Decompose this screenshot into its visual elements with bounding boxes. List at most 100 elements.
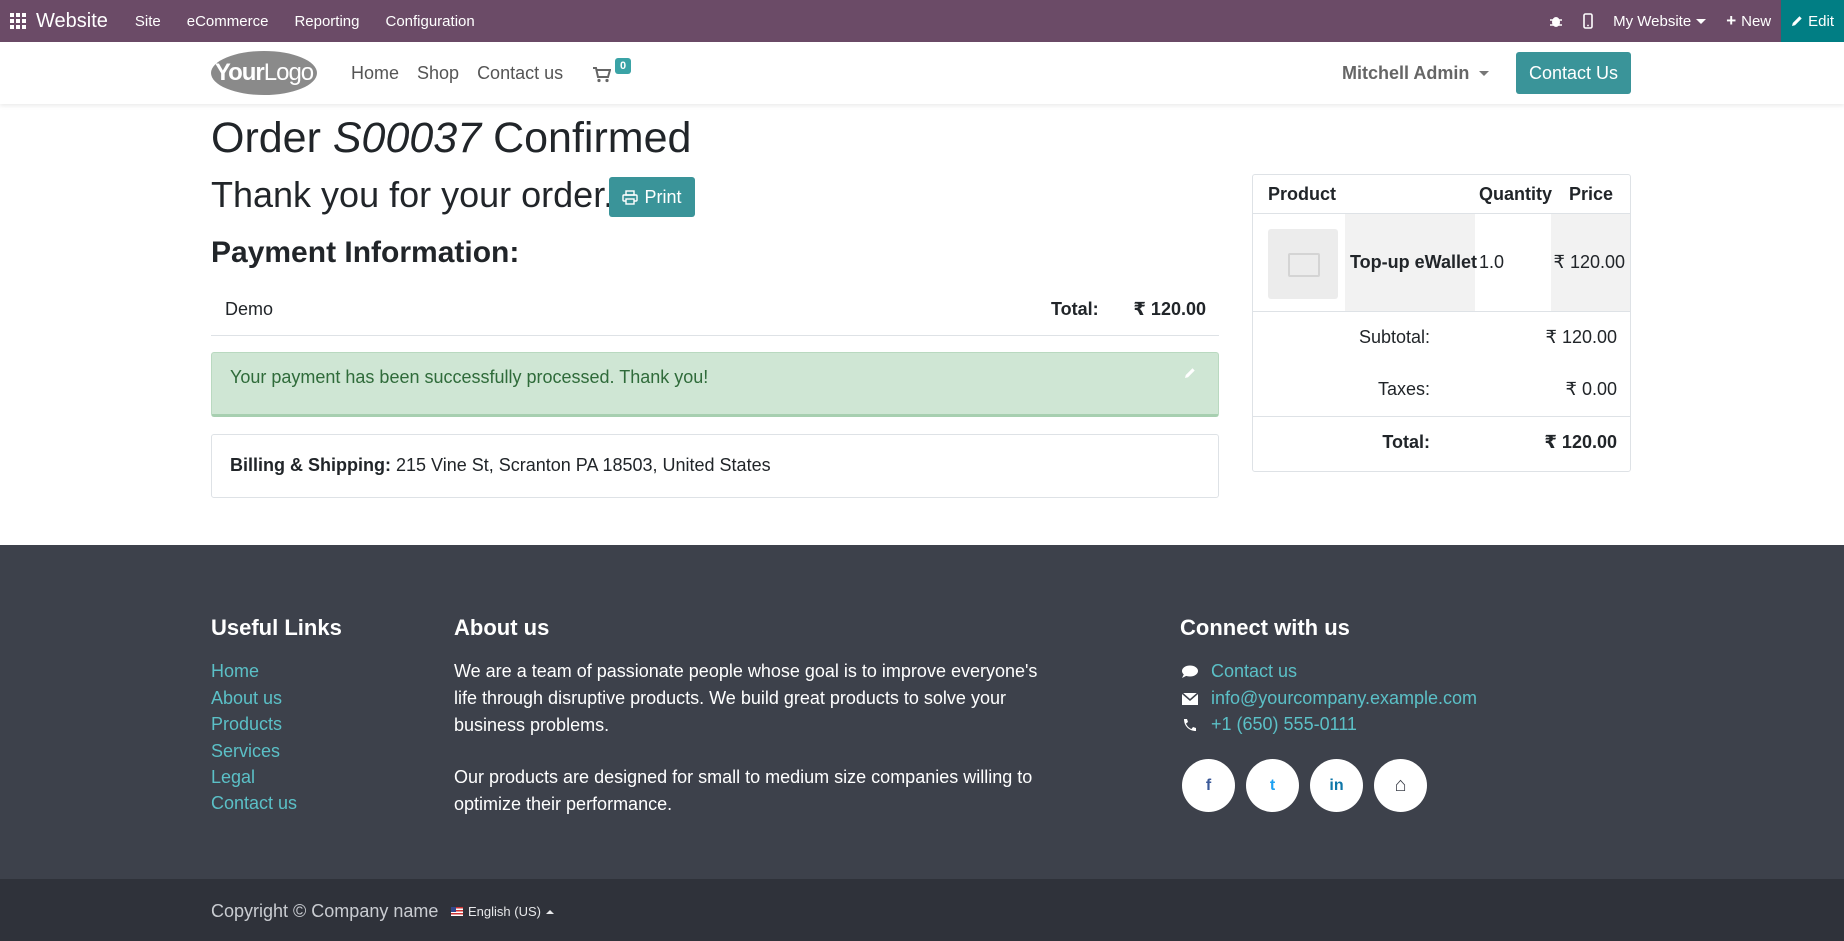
- website-selector[interactable]: My Website: [1603, 13, 1716, 30]
- new-button[interactable]: + New: [1716, 11, 1781, 31]
- website-selector-label: My Website: [1613, 12, 1692, 30]
- subtotal-value: ₹ 120.00: [1545, 327, 1617, 347]
- footer-link-contact-us[interactable]: Contact us: [211, 793, 297, 814]
- phone-icon: [1184, 719, 1196, 731]
- taxes-value: ₹ 0.00: [1565, 379, 1618, 399]
- new-button-label: New: [1741, 12, 1772, 30]
- footer-link-about-us[interactable]: About us: [211, 688, 282, 709]
- payment-total-label: Total:: [1051, 299, 1099, 319]
- total-value: ₹ 120.00: [1544, 432, 1617, 452]
- header-product: Product: [1268, 184, 1337, 204]
- connect-contact-link[interactable]: Contact us: [1211, 661, 1297, 682]
- site-footer: Useful Links Home About us Products Serv…: [0, 545, 1844, 879]
- user-menu[interactable]: Mitchell Admin: [1342, 42, 1490, 104]
- about-p2-line-2: optimize their performance.: [454, 794, 673, 814]
- footer-link-products[interactable]: Products: [211, 714, 282, 735]
- cart-count-badge: 0: [615, 58, 632, 74]
- linkedin-icon[interactable]: in: [1310, 759, 1363, 812]
- chevron-up-icon: [545, 909, 554, 914]
- print-button-label: Print: [644, 186, 682, 207]
- language-label: English (US): [468, 904, 541, 919]
- billing-address: 215 Vine St, Scranton PA 18503, United S…: [390, 455, 771, 475]
- payment-info-heading: Payment Information:: [211, 236, 520, 269]
- debug-bug-icon[interactable]: [1539, 14, 1573, 28]
- payment-success-alert: Your payment has been successfully proce…: [211, 352, 1219, 417]
- pencil-icon: [1792, 16, 1802, 26]
- home-icon[interactable]: ⌂: [1374, 759, 1427, 812]
- chevron-down-icon: [1696, 18, 1707, 24]
- order-title-suffix: Confirmed: [493, 114, 692, 162]
- total-row: Total: ₹ 120.00: [1253, 418, 1630, 470]
- shopping-cart-icon: [593, 67, 611, 83]
- mobile-preview-icon[interactable]: [1573, 13, 1603, 29]
- about-p1-line-3: business problems.: [454, 715, 610, 735]
- envelope-icon: [1181, 692, 1199, 705]
- product-price-cell: ₹ 120.00: [1551, 214, 1630, 311]
- app-brand[interactable]: Website: [36, 10, 108, 33]
- product-price: ₹ 120.00: [1553, 252, 1625, 272]
- edit-button[interactable]: Edit: [1781, 0, 1844, 42]
- pencil-icon[interactable]: [1184, 367, 1196, 379]
- twitter-icon[interactable]: t: [1246, 759, 1299, 812]
- site-header: Your Logo Home Shop Contact us 0 Mitchell…: [0, 42, 1844, 104]
- payment-method: Demo: [225, 299, 274, 319]
- payment-total-value: ₹ 120.00: [1133, 299, 1206, 319]
- about-us-paragraph-2: Our products are designed for small to m…: [454, 764, 1032, 818]
- order-title: Order S00037 Confirmed: [211, 112, 691, 164]
- about-us-heading: About us: [454, 615, 550, 640]
- email-link[interactable]: info@yourcompany.example.com: [1211, 688, 1477, 709]
- nav-home[interactable]: Home: [351, 63, 399, 84]
- user-name: Mitchell Admin: [1342, 62, 1470, 83]
- about-p2-line-1: Our products are designed for small to m…: [454, 767, 1033, 787]
- chevron-down-icon: [1479, 70, 1490, 76]
- nav-contact-us[interactable]: Contact us: [477, 63, 563, 84]
- copyright-text: Copyright © Company name: [211, 901, 439, 921]
- phone-link[interactable]: +1 (650) 555-0111: [1211, 714, 1357, 735]
- taxes-row: Taxes: ₹ 0.00: [1253, 365, 1630, 417]
- menu-ecommerce[interactable]: eCommerce: [174, 13, 282, 30]
- billing-label: Billing & Shipping:: [230, 455, 391, 475]
- taxes-label: Taxes:: [1377, 379, 1430, 399]
- menu-site[interactable]: Site: [122, 13, 174, 30]
- menu-configuration[interactable]: Configuration: [372, 13, 487, 30]
- contact-us-button[interactable]: Contact Us: [1516, 52, 1631, 94]
- menu-reporting[interactable]: Reporting: [281, 13, 372, 30]
- subtotal-label: Subtotal:: [1358, 327, 1430, 347]
- printer-icon: [622, 189, 639, 205]
- about-p1-line-2: life through disruptive products. We bui…: [454, 688, 1006, 708]
- cart-button[interactable]: 0: [593, 58, 633, 88]
- order-title-prefix: Order: [211, 114, 321, 162]
- footer-link-legal[interactable]: Legal: [211, 767, 255, 788]
- facebook-icon[interactable]: f: [1182, 759, 1235, 812]
- apps-menu-icon[interactable]: [0, 0, 36, 42]
- product-image[interactable]: [1268, 229, 1338, 299]
- product-name[interactable]: Top-up eWallet: [1350, 252, 1477, 273]
- thank-you-heading: Thank you for your order.: [211, 174, 614, 215]
- connect-heading: Connect with us: [1180, 615, 1350, 640]
- product-quantity: 1.0: [1479, 252, 1505, 272]
- useful-links-heading: Useful Links: [211, 615, 342, 640]
- about-us-paragraph-1: We are a team of passionate people whose…: [454, 658, 1037, 739]
- us-flag-icon: [451, 907, 463, 916]
- logo-text: Logo: [263, 59, 314, 86]
- table-row: Top-up eWallet 1.0 ₹ 120.00: [1253, 214, 1630, 312]
- admin-navbar: Website Site eCommerce Reporting Configu…: [0, 0, 1844, 42]
- print-button[interactable]: Print: [609, 177, 695, 217]
- subtotal-row: Subtotal: ₹ 120.00: [1253, 313, 1630, 365]
- payment-row: Demo Total: ₹ 120.00: [211, 289, 1219, 336]
- total-label: Total:: [1382, 432, 1430, 452]
- footer-link-services[interactable]: Services: [211, 741, 280, 762]
- footer-link-home[interactable]: Home: [211, 661, 259, 682]
- order-number: S00037: [332, 114, 482, 162]
- header-price: Price: [1569, 184, 1614, 204]
- company-logo[interactable]: Your Logo: [211, 51, 317, 95]
- nav-shop[interactable]: Shop: [417, 63, 459, 84]
- logo-text-bold: Your: [214, 59, 265, 86]
- language-selector[interactable]: English (US): [451, 904, 554, 919]
- about-p1-line-1: We are a team of passionate people whose…: [454, 661, 1038, 681]
- edit-button-label: Edit: [1808, 12, 1834, 30]
- summary-header-row: Product Quantity Price: [1253, 175, 1630, 214]
- header-quantity: Quantity: [1479, 184, 1553, 204]
- payment-success-message: Your payment has been successfully proce…: [230, 367, 709, 387]
- copyright-bar: Copyright © Company name English (US): [0, 879, 1844, 941]
